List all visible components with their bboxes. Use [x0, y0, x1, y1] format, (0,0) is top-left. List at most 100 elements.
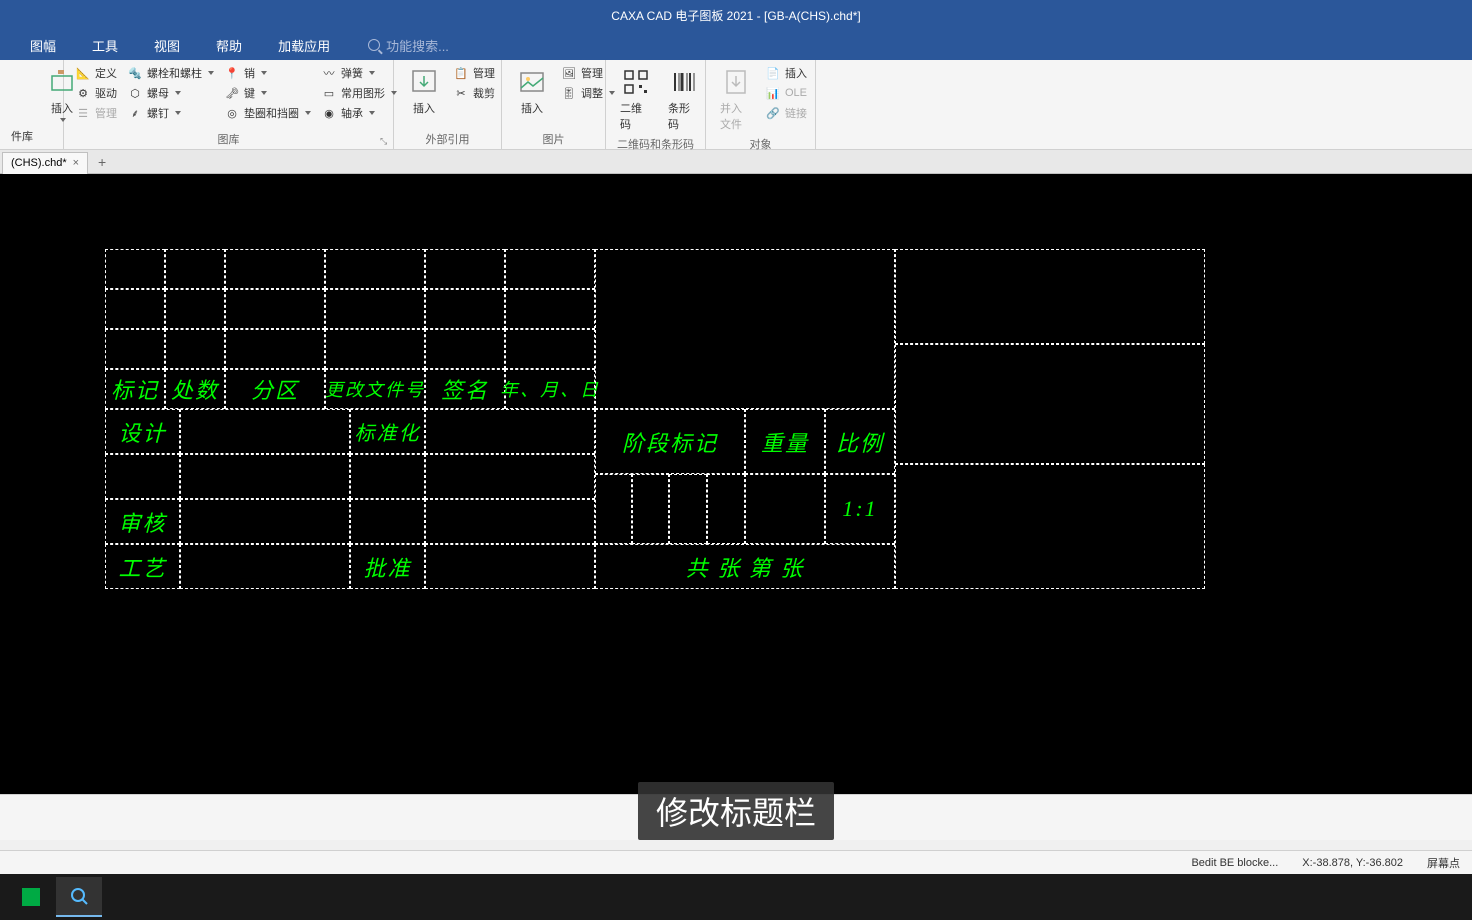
group-expand-icon[interactable]: ⤡ [380, 136, 390, 146]
label-scale: 比例 [826, 410, 894, 473]
shape-button[interactable]: ▭常用图形 [318, 84, 400, 102]
add-tab-button[interactable]: + [92, 152, 112, 172]
group-library-label: 图库 [72, 129, 385, 147]
task-item-2[interactable] [56, 877, 102, 917]
ribbon-group-library: 📐定义 ⚙驱动 ☰管理 🔩螺栓和螺柱 ⬡螺母 ⸙螺钉 📍销 🗝键 ◎垫圈和挡圈 … [64, 60, 394, 149]
ole-button[interactable]: 📊OLE [762, 84, 810, 102]
label-process: 工艺 [106, 545, 179, 588]
doc-tab-label: (CHS).chd* [11, 157, 67, 169]
value-scale: 1:1 [826, 475, 894, 543]
ribbon-group-object: 并入文件 📄插入 📊OLE 🔗链接 对象 [706, 60, 816, 149]
menu-view[interactable]: 视图 [136, 30, 198, 60]
feature-search[interactable]: 功能搜索... [368, 36, 449, 55]
status-bedit: Bedit BE blocke... [1191, 857, 1278, 869]
extref-crop-button[interactable]: ✂裁剪 [450, 84, 498, 102]
label-mark: 标记 [106, 370, 164, 408]
define-icon: 📐 [75, 65, 91, 81]
label-weight: 重量 [746, 410, 824, 473]
label-pages: 共 张 第 张 [596, 545, 894, 588]
extref-insert-button[interactable]: 插入 [402, 64, 446, 118]
washer-button[interactable]: ◎垫圈和挡圈 [221, 104, 314, 122]
washer-icon: ◎ [224, 105, 240, 121]
key-button[interactable]: 🗝键 [221, 84, 314, 102]
nail-button[interactable]: ⸙螺钉 [124, 104, 217, 122]
label-date: 年、月、日 [506, 370, 594, 408]
merge-file-icon [720, 66, 752, 98]
ribbon-group-image: 插入 🖼管理 🎚调整 图片 [502, 60, 606, 149]
label-approve: 批准 [351, 545, 424, 588]
label-sign: 签名 [426, 370, 504, 408]
group-external-label: 外部引用 [402, 129, 493, 147]
link-icon: 🔗 [765, 105, 781, 121]
menu-bar: 图幅 工具 视图 帮助 加载应用 功能搜索... [0, 30, 1472, 60]
image-manage-icon: 🖼 [561, 65, 577, 81]
ribbon: 件库 插入 📐定义 ⚙驱动 ☰管理 🔩螺栓和螺柱 ⬡螺母 ⸙螺钉 [0, 60, 1472, 150]
barcode-icon [668, 66, 700, 98]
ole-icon: 📊 [765, 85, 781, 101]
image-insert-button[interactable]: 插入 [510, 64, 554, 118]
pin-button[interactable]: 📍销 [221, 64, 314, 82]
app-icon [22, 888, 40, 906]
crop-icon: ✂ [453, 85, 469, 101]
search-icon [368, 39, 380, 51]
spring-button[interactable]: 〰弹簧 [318, 64, 400, 82]
drive-icon: ⚙ [75, 85, 91, 101]
ribbon-group-external: 插入 📋管理 ✂裁剪 外部引用 [394, 60, 502, 149]
menu-tools[interactable]: 工具 [74, 30, 136, 60]
app-title: CAXA CAD 电子图板 2021 - [GB-A(CHS).chd*] [611, 7, 860, 24]
nail-icon: ⸙ [127, 105, 143, 121]
bearing-icon: ◉ [321, 105, 337, 121]
extref-manage-icon: 📋 [453, 65, 469, 81]
label-design: 设计 [106, 410, 179, 453]
ribbon-group-codes: 二维码 条形码 二维码和条形码 [606, 60, 706, 149]
extref-insert-icon [408, 66, 440, 98]
doc-tab-1[interactable]: (CHS).chd* × [2, 152, 88, 174]
lib-button[interactable]: 件库 [8, 127, 36, 145]
manage-icon: ☰ [75, 105, 91, 121]
group-image-label: 图片 [510, 129, 597, 147]
bolt-icon: 🔩 [127, 65, 143, 81]
nut-icon: ⬡ [127, 85, 143, 101]
taskbar [0, 874, 1472, 920]
qrcode-button[interactable]: 二维码 [614, 64, 658, 134]
status-bar: Bedit BE blocke... X:-38.878, Y:-36.802 … [0, 850, 1472, 874]
search-app-icon [70, 887, 88, 905]
image-icon [516, 66, 548, 98]
bearing-button[interactable]: ◉轴承 [318, 104, 400, 122]
title-bar: CAXA CAD 电子图板 2021 - [GB-A(CHS).chd*] [0, 0, 1472, 30]
search-placeholder: 功能搜索... [386, 36, 449, 55]
qrcode-icon [620, 66, 652, 98]
group-object-label: 对象 [714, 134, 807, 152]
status-screen: 屏幕点 [1427, 855, 1460, 871]
bolt-button[interactable]: 🔩螺栓和螺柱 [124, 64, 217, 82]
status-coords: X:-38.878, Y:-36.802 [1302, 857, 1403, 869]
label-check: 审核 [106, 500, 179, 543]
label-std: 标准化 [351, 410, 424, 453]
drive-button[interactable]: ⚙驱动 [72, 84, 120, 102]
label-docno: 更改文件号 [326, 370, 424, 408]
manage-button[interactable]: ☰管理 [72, 104, 120, 122]
obj-insert-button[interactable]: 📄插入 [762, 64, 810, 82]
label-count: 处数 [166, 370, 224, 408]
merge-file-button[interactable]: 并入文件 [714, 64, 758, 134]
menu-help[interactable]: 帮助 [198, 30, 260, 60]
define-button[interactable]: 📐定义 [72, 64, 120, 82]
close-icon[interactable]: × [73, 157, 79, 169]
label-zone: 分区 [226, 370, 324, 408]
pin-icon: 📍 [224, 65, 240, 81]
extref-manage-button[interactable]: 📋管理 [450, 64, 498, 82]
subtitle-overlay: 修改标题栏 [638, 782, 834, 840]
label-phasemark: 阶段标记 [596, 410, 744, 473]
shape-icon: ▭ [321, 85, 337, 101]
titleblock: 标记 处数 分区 更改文件号 签名 年、月、日 设计 标准化 审核 工艺 批准 … [105, 249, 1205, 589]
key-icon: 🗝 [224, 85, 240, 101]
menu-tufu[interactable]: 图幅 [12, 30, 74, 60]
nut-button[interactable]: ⬡螺母 [124, 84, 217, 102]
task-item-1[interactable] [8, 877, 54, 917]
drawing-canvas[interactable]: 标记 处数 分区 更改文件号 签名 年、月、日 设计 标准化 审核 工艺 批准 … [0, 174, 1472, 794]
menu-addin[interactable]: 加载应用 [260, 30, 348, 60]
document-tabs: (CHS).chd* × + [0, 150, 1472, 174]
link-button[interactable]: 🔗链接 [762, 104, 810, 122]
spring-icon: 〰 [321, 65, 337, 81]
barcode-button[interactable]: 条形码 [662, 64, 706, 134]
